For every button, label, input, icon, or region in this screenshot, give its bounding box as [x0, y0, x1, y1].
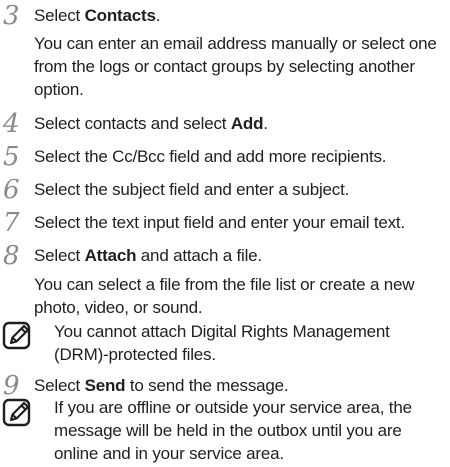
note-text: You cannot attach Digital Rights Managem…: [54, 322, 390, 364]
ui-term-send: Send: [84, 376, 126, 395]
step-number: 5: [3, 142, 20, 172]
ui-term-contacts: Contacts: [84, 6, 156, 25]
step-number: 3: [3, 1, 20, 31]
step-number: 8: [3, 241, 20, 271]
step-number: 4: [3, 109, 20, 139]
step-instruction: Select the text input field and enter yo…: [34, 213, 405, 232]
note-pencil-icon: [2, 398, 31, 427]
step-number: 7: [3, 208, 20, 238]
step-number: 6: [3, 175, 20, 205]
step-instruction: Select Attach and attach a file.: [34, 246, 262, 265]
ui-term-add: Add: [230, 114, 264, 133]
step-instruction: Select Send to send the message.: [34, 376, 289, 395]
manual-page: 3 Select Contacts. You can enter an emai…: [0, 0, 450, 467]
step-instruction: Select contacts and select Add.: [34, 114, 268, 133]
step-detail: You can select a file from the file list…: [34, 275, 415, 317]
step-instruction: Select Contacts.: [34, 6, 161, 25]
step-instruction: Select the subject field and enter a sub…: [34, 180, 350, 199]
step-number: 9: [3, 371, 20, 401]
step-detail: You can enter an email address manually …: [34, 34, 437, 99]
step-instruction: Select the Cc/Bcc field and add more rec…: [34, 147, 387, 166]
note-pencil-icon: [2, 321, 31, 350]
note-text: If you are offline or outside your servi…: [54, 398, 412, 463]
ui-term-attach: Attach: [84, 246, 137, 265]
